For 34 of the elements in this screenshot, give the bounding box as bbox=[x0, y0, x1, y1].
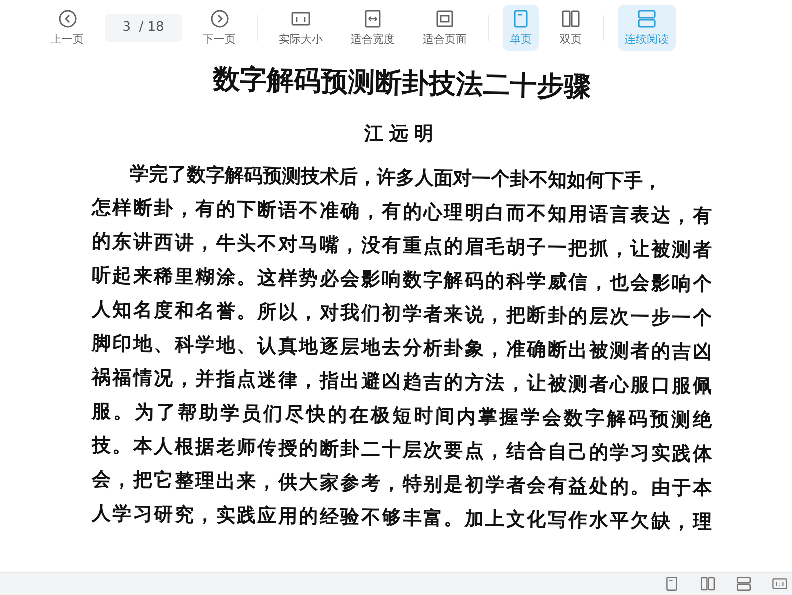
next-icon bbox=[210, 8, 230, 28]
double-page-icon bbox=[561, 8, 581, 28]
single-page-icon bbox=[664, 576, 680, 592]
actual-size-icon bbox=[772, 576, 788, 592]
view-button[interactable] bbox=[772, 576, 788, 592]
body-text-line: 的东讲西讲，牛头不对马嘴，没有重点的眉毛胡子一把抓，让被测者 bbox=[92, 230, 712, 264]
toolbar-button[interactable]: 适合宽度 bbox=[344, 4, 402, 50]
body-text-line: 人学习研究，实践应用的经验不够丰富。加上文化写作水平欠缺，理 bbox=[92, 502, 712, 536]
document-title: 数字解码预测断卦技法二十步骤 bbox=[212, 63, 592, 105]
page-number-field[interactable]: 3 / 18 bbox=[105, 14, 182, 42]
toolbar-button[interactable]: 上一页 bbox=[44, 4, 91, 50]
toolbar-button[interactable]: 适合页面 bbox=[416, 4, 474, 50]
body-text-line: 技。本人根据老师传授的断卦二十层次要点，结合自己的学习实践体 bbox=[92, 434, 712, 468]
view-button[interactable] bbox=[664, 576, 680, 592]
continuous-icon bbox=[736, 576, 752, 592]
double-page-icon bbox=[700, 576, 716, 592]
fit-page-icon bbox=[435, 8, 455, 28]
continuous-icon bbox=[637, 8, 657, 28]
body-text-line: 学完了数字解码预测技术后，许多人面对一个卦不知如何下手， bbox=[128, 162, 664, 195]
body-text-line: 听起来稀里糊涂。这样势必会影响数字解码的科学威信，也会影响个 bbox=[92, 264, 712, 298]
body-text-line: 人知名度和名誉。所以，对我们初学者来说，把断卦的层次一步一个 bbox=[92, 298, 712, 332]
view-button[interactable] bbox=[700, 576, 716, 592]
toolbar-button[interactable]: 实际大小 bbox=[272, 4, 330, 50]
body-text-line: 服。为了帮助学员们尽快的在极短时间内掌握学会数字解码预测绝 bbox=[92, 400, 712, 434]
previous-icon bbox=[58, 8, 78, 28]
toolbar-button[interactable]: 下一页 bbox=[196, 4, 243, 50]
body-text-line: 怎样断卦，有的下断语不准确，有的心理明白而不知用语言表达，有 bbox=[92, 196, 712, 230]
body-text-line: 脚印地、科学地、认真地逐层地去分析卦象，准确断出被测者的吉凶 bbox=[92, 332, 712, 366]
body-text-line: 祸福情况，并指点迷律，指出避凶趋吉的方法，让被测者心服口服佩 bbox=[92, 366, 712, 400]
toolbar-button[interactable]: 双页 bbox=[553, 4, 589, 50]
fit-width-icon bbox=[363, 8, 383, 28]
author-name: 江远明 bbox=[363, 122, 440, 147]
view-button[interactable] bbox=[736, 576, 752, 592]
body-text-line: 会，把它整理出来，供大家参考，特别是初学者会有益处的。由于本 bbox=[92, 468, 712, 502]
